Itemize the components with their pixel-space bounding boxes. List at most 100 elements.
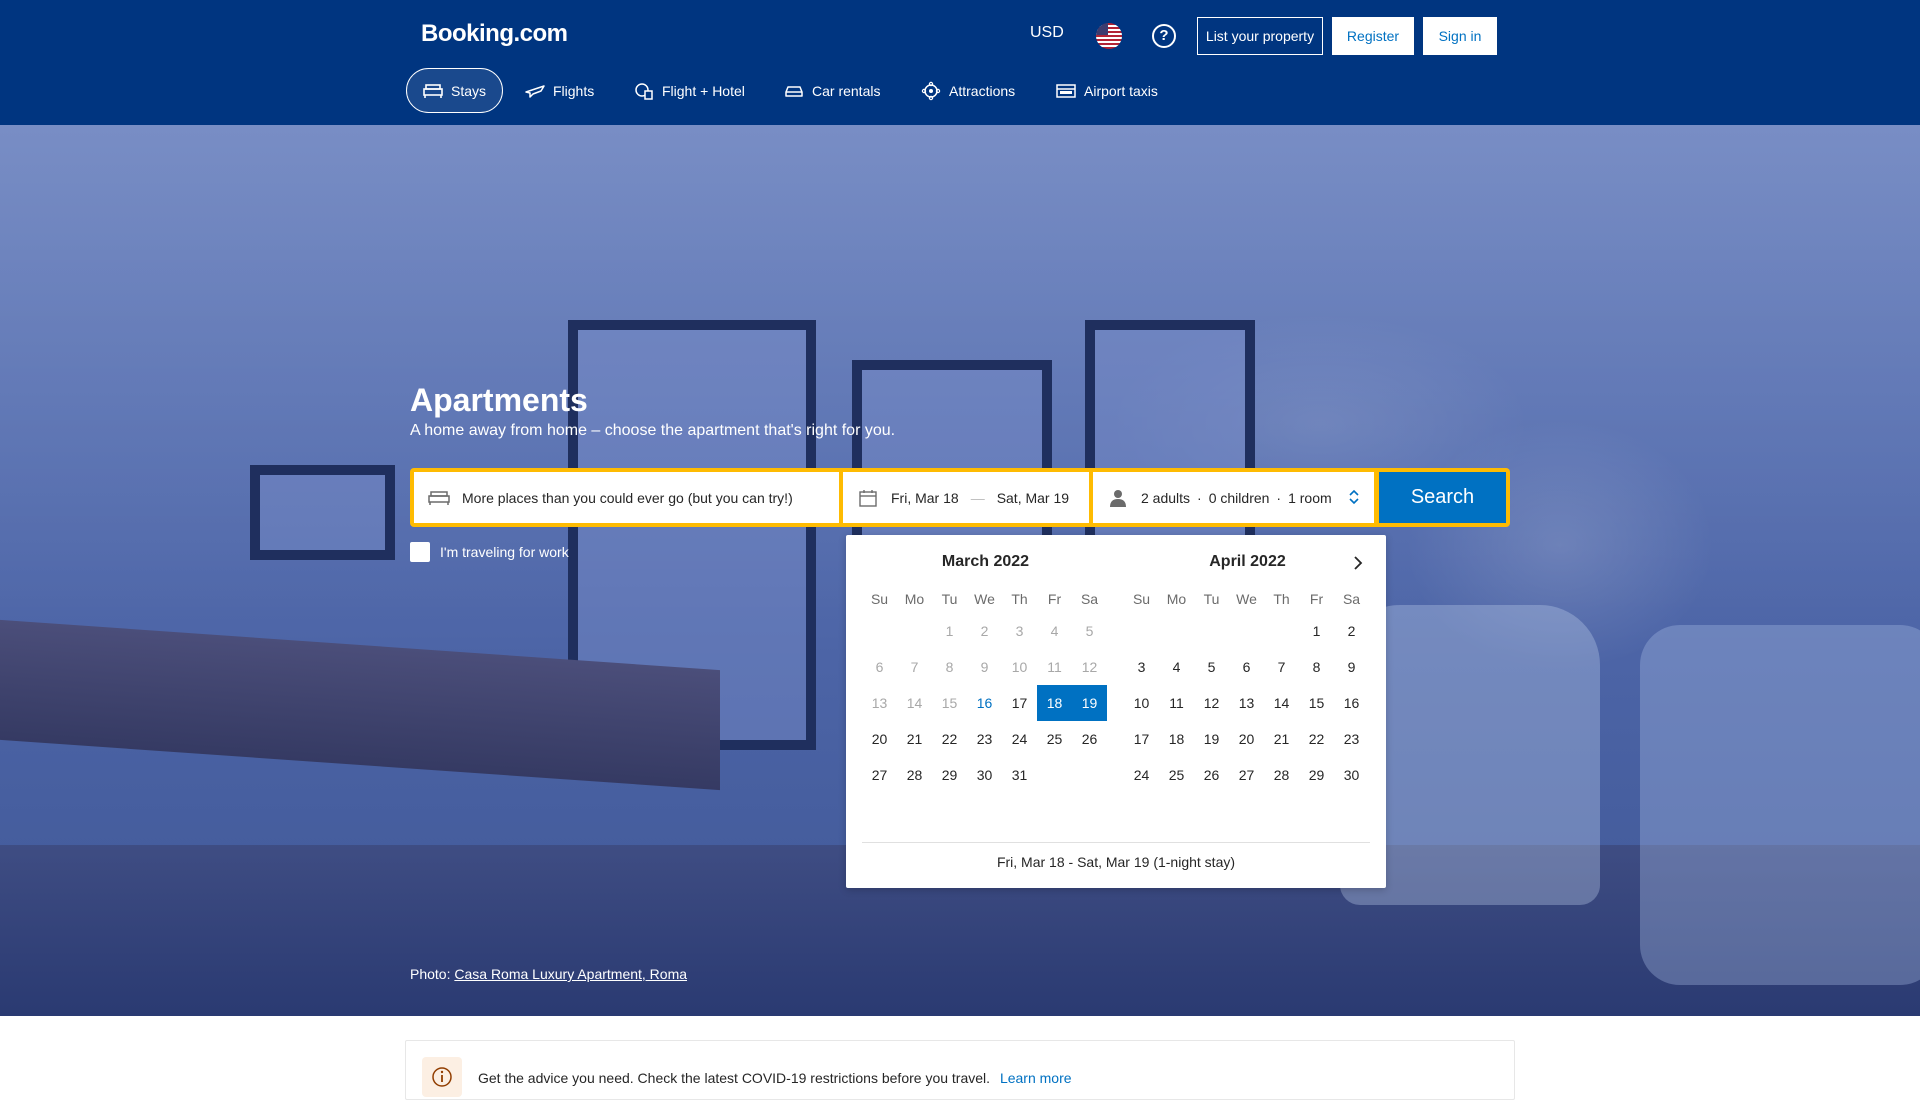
calendar-day: 12	[1081, 659, 1098, 675]
calendar-day[interactable]: 20	[862, 721, 897, 757]
calendar-day[interactable]: 8	[1299, 649, 1334, 685]
calendar-day[interactable]: 30	[967, 757, 1002, 793]
learn-more-link[interactable]: Learn more	[1000, 1070, 1072, 1086]
nav-label: Airport taxis	[1084, 82, 1158, 99]
guests-field[interactable]: 2 adults · 0 children · 1 room	[1093, 472, 1374, 523]
calendar-day[interactable]: 25	[1159, 757, 1194, 793]
calendar-day[interactable]: 26	[1072, 721, 1107, 757]
calendar-day[interactable]: 31	[1002, 757, 1037, 793]
calendar-day: 8	[945, 659, 954, 675]
calendar-day[interactable]: 18	[1159, 721, 1194, 757]
calendar-day[interactable]: 29	[1299, 757, 1334, 793]
calendar-day[interactable]: 3	[1124, 649, 1159, 685]
nav-item-car-rentals[interactable]: Car rentals	[768, 68, 896, 113]
weekday-label: Su	[870, 591, 889, 607]
children-count: 0 children	[1208, 489, 1270, 506]
calendar-day[interactable]: 2	[1334, 613, 1369, 649]
calendar-day: 4	[1050, 623, 1059, 639]
sign-in-button[interactable]: Sign in	[1423, 17, 1497, 55]
checkout-date: Sat, Mar 19	[996, 489, 1070, 506]
calendar-day[interactable]: 24	[1124, 757, 1159, 793]
calendar-day[interactable]: 22	[1299, 721, 1334, 757]
calendar-day[interactable]: 14	[1264, 685, 1299, 721]
us-flag-icon[interactable]	[1096, 23, 1122, 49]
calendar-day[interactable]: 13	[1229, 685, 1264, 721]
calendar-day[interactable]: 16	[967, 685, 1002, 721]
weekday-label: Su	[1132, 591, 1151, 607]
calendar-day[interactable]: 9	[1334, 649, 1369, 685]
calendar-day[interactable]: 11	[1159, 685, 1194, 721]
calendar-day[interactable]: 18	[1037, 685, 1072, 721]
calendar-day[interactable]: 7	[1264, 649, 1299, 685]
calendar-day[interactable]: 10	[1124, 685, 1159, 721]
calendar-day[interactable]: 24	[1002, 721, 1037, 757]
nav-item-attractions[interactable]: Attractions	[905, 68, 1031, 113]
date-range-field[interactable]: Fri, Mar 18 — Sat, Mar 19	[843, 472, 1089, 523]
calendar-day[interactable]: 1	[1299, 613, 1334, 649]
booking-logo[interactable]: Booking.com	[421, 20, 568, 48]
currency-selector[interactable]: USD	[1030, 24, 1064, 42]
work-travel-option[interactable]: I'm traveling for work	[410, 542, 569, 562]
page-subtitle: A home away from home – choose the apart…	[410, 422, 896, 439]
chevron-right-icon[interactable]	[1348, 553, 1368, 573]
calendar-day[interactable]: 22	[932, 721, 967, 757]
calendar-day[interactable]: 16	[1334, 685, 1369, 721]
calendar-month-march: March 2022 Su Mo Tu We Th Fr Sa 12345678…	[862, 553, 1109, 793]
calendar-day[interactable]: 19	[1194, 721, 1229, 757]
nav-label: Flights	[553, 82, 595, 99]
calendar-day[interactable]: 4	[1159, 649, 1194, 685]
nav-item-flights[interactable]: Flights	[509, 68, 610, 113]
plane-hotel-icon	[634, 82, 654, 100]
list-property-button[interactable]: List your property	[1197, 17, 1323, 55]
calendar-day[interactable]: 23	[967, 721, 1002, 757]
calendar-day[interactable]: 27	[862, 757, 897, 793]
separator-dot: ·	[1276, 489, 1282, 506]
attractions-icon	[921, 81, 941, 100]
car-icon	[784, 82, 804, 100]
notice-text-row: Get the advice you need. Check the lates…	[478, 1070, 1072, 1086]
nav-item-flight-hotel[interactable]: Flight + Hotel	[618, 68, 761, 113]
calendar-day[interactable]: 20	[1229, 721, 1264, 757]
photo-credit-link[interactable]: Casa Roma Luxury Apartment, Roma	[454, 966, 687, 982]
calendar-day[interactable]: 27	[1229, 757, 1264, 793]
calendar-day[interactable]: 23	[1334, 721, 1369, 757]
calendar-day[interactable]: 5	[1194, 649, 1229, 685]
calendar-day[interactable]: 30	[1334, 757, 1369, 793]
calendar-day[interactable]: 21	[897, 721, 932, 757]
calendar-day[interactable]: 17	[1124, 721, 1159, 757]
nav-item-airport-taxis[interactable]: Airport taxis	[1040, 68, 1174, 113]
adults-count: 2 adults	[1141, 489, 1191, 506]
register-button[interactable]: Register	[1332, 17, 1414, 55]
destination-field[interactable]: More places than you could ever go (but …	[414, 472, 839, 523]
calendar-day[interactable]: 12	[1194, 685, 1229, 721]
month-title: April 2022	[1209, 553, 1286, 570]
person-icon	[1107, 489, 1129, 507]
calendar-month-april: April 2022 Su Mo Tu We Th Fr Sa 12345678…	[1124, 553, 1371, 793]
page-title: Apartments	[410, 382, 588, 418]
calendar-day[interactable]: 28	[897, 757, 932, 793]
calendar-day[interactable]: 6	[1229, 649, 1264, 685]
checkin-date: Fri, Mar 18	[891, 489, 959, 506]
work-travel-label: I'm traveling for work	[440, 544, 569, 560]
help-icon[interactable]: ?	[1152, 24, 1176, 48]
calendar-day[interactable]: 21	[1264, 721, 1299, 757]
weekday-label: Sa	[1080, 591, 1099, 607]
search-button[interactable]: Search	[1379, 472, 1506, 523]
calendar-day: 5	[1085, 623, 1094, 639]
calendar-day: 1	[945, 623, 954, 639]
weekday-label: Tu	[1203, 591, 1220, 607]
calendar-day[interactable]: 26	[1194, 757, 1229, 793]
calendar-day[interactable]: 25	[1037, 721, 1072, 757]
weekday-header: Su Mo Tu We Th Fr Sa	[1124, 591, 1371, 607]
covid-notice: Get the advice you need. Check the lates…	[405, 1040, 1515, 1100]
taxi-icon	[1056, 82, 1076, 100]
day-grid: 1 2 3 4 5 6 7 8 9 10 11 12 13 14 15 16 17 18 19 20 21 22 23 24 2…	[862, 613, 1109, 793]
calendar-day[interactable]: 17	[1002, 685, 1037, 721]
rooms-count: 1 room	[1288, 489, 1332, 506]
nav-item-stays[interactable]: Stays	[406, 68, 504, 113]
calendar-day[interactable]: 28	[1264, 757, 1299, 793]
calendar-day[interactable]: 19	[1072, 685, 1107, 721]
work-travel-checkbox[interactable]	[410, 542, 430, 562]
calendar-day[interactable]: 29	[932, 757, 967, 793]
calendar-day[interactable]: 15	[1299, 685, 1334, 721]
